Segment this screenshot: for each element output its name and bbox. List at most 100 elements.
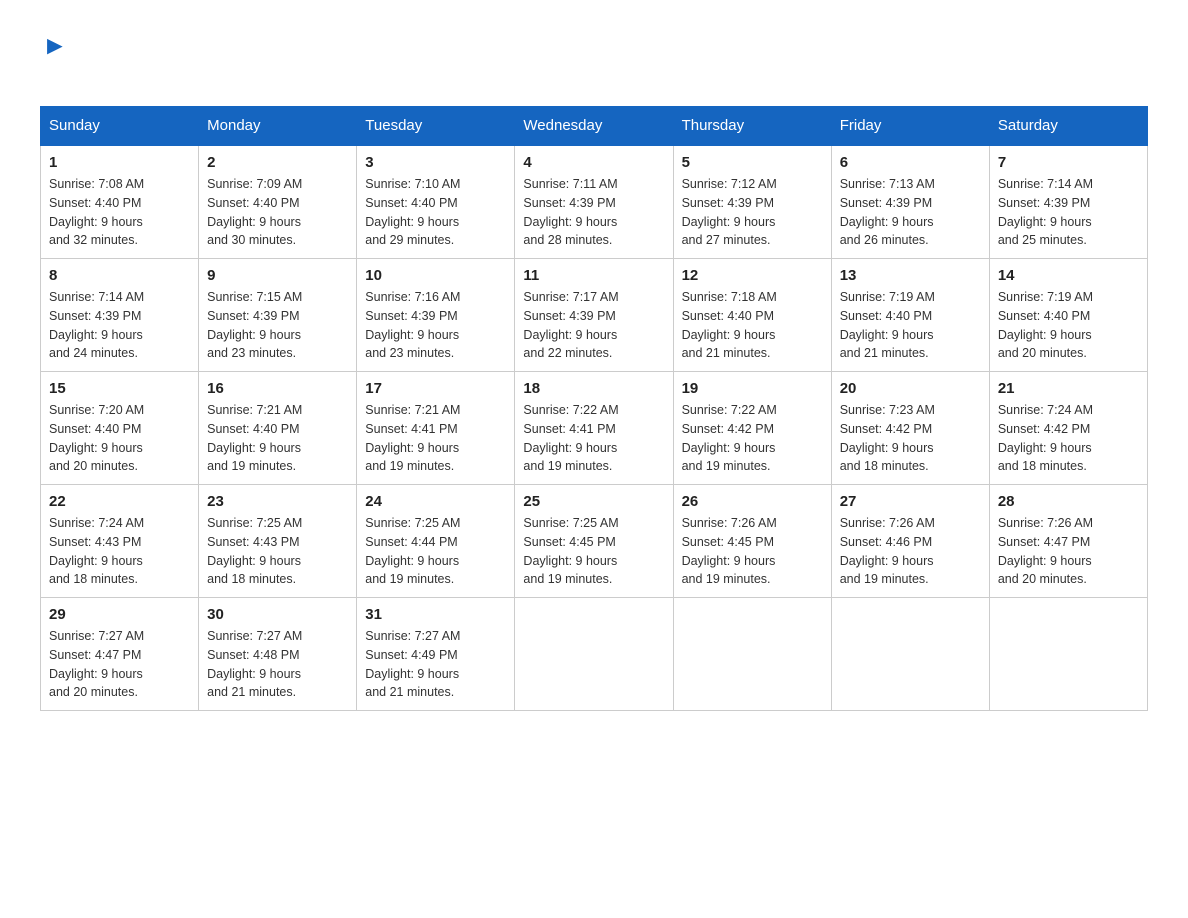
day-info: Sunrise: 7:14 AMSunset: 4:39 PMDaylight:… (49, 288, 190, 363)
day-info: Sunrise: 7:10 AMSunset: 4:40 PMDaylight:… (365, 175, 506, 250)
day-cell: 12 Sunrise: 7:18 AMSunset: 4:40 PMDaylig… (673, 259, 831, 372)
day-info: Sunrise: 7:12 AMSunset: 4:39 PMDaylight:… (682, 175, 823, 250)
day-cell: 13 Sunrise: 7:19 AMSunset: 4:40 PMDaylig… (831, 259, 989, 372)
day-cell: 1 Sunrise: 7:08 AMSunset: 4:40 PMDayligh… (41, 145, 199, 259)
day-info: Sunrise: 7:19 AMSunset: 4:40 PMDaylight:… (998, 288, 1139, 363)
calendar-header-row: SundayMondayTuesdayWednesdayThursdayFrid… (41, 107, 1148, 146)
day-number: 18 (523, 380, 664, 397)
day-info: Sunrise: 7:25 AMSunset: 4:44 PMDaylight:… (365, 514, 506, 589)
day-cell (673, 598, 831, 711)
day-cell: 5 Sunrise: 7:12 AMSunset: 4:39 PMDayligh… (673, 145, 831, 259)
day-number: 31 (365, 606, 506, 623)
col-header-sunday: Sunday (41, 107, 199, 146)
day-number: 29 (49, 606, 190, 623)
day-cell: 25 Sunrise: 7:25 AMSunset: 4:45 PMDaylig… (515, 485, 673, 598)
day-number: 8 (49, 267, 190, 284)
day-cell: 19 Sunrise: 7:22 AMSunset: 4:42 PMDaylig… (673, 372, 831, 485)
day-cell: 18 Sunrise: 7:22 AMSunset: 4:41 PMDaylig… (515, 372, 673, 485)
calendar-table: SundayMondayTuesdayWednesdayThursdayFrid… (40, 106, 1148, 711)
week-row-3: 15 Sunrise: 7:20 AMSunset: 4:40 PMDaylig… (41, 372, 1148, 485)
day-number: 27 (840, 493, 981, 510)
day-number: 10 (365, 267, 506, 284)
day-info: Sunrise: 7:21 AMSunset: 4:41 PMDaylight:… (365, 401, 506, 476)
day-info: Sunrise: 7:27 AMSunset: 4:48 PMDaylight:… (207, 627, 348, 702)
day-cell: 23 Sunrise: 7:25 AMSunset: 4:43 PMDaylig… (199, 485, 357, 598)
day-number: 12 (682, 267, 823, 284)
day-info: Sunrise: 7:21 AMSunset: 4:40 PMDaylight:… (207, 401, 348, 476)
day-info: Sunrise: 7:18 AMSunset: 4:40 PMDaylight:… (682, 288, 823, 363)
day-number: 20 (840, 380, 981, 397)
day-number: 23 (207, 493, 348, 510)
day-number: 7 (998, 154, 1139, 171)
day-cell: 14 Sunrise: 7:19 AMSunset: 4:40 PMDaylig… (989, 259, 1147, 372)
day-cell: 17 Sunrise: 7:21 AMSunset: 4:41 PMDaylig… (357, 372, 515, 485)
day-number: 25 (523, 493, 664, 510)
day-number: 6 (840, 154, 981, 171)
day-info: Sunrise: 7:26 AMSunset: 4:47 PMDaylight:… (998, 514, 1139, 589)
logo-icon: ► (42, 30, 68, 61)
col-header-wednesday: Wednesday (515, 107, 673, 146)
day-info: Sunrise: 7:22 AMSunset: 4:42 PMDaylight:… (682, 401, 823, 476)
day-info: Sunrise: 7:22 AMSunset: 4:41 PMDaylight:… (523, 401, 664, 476)
day-cell: 15 Sunrise: 7:20 AMSunset: 4:40 PMDaylig… (41, 372, 199, 485)
col-header-friday: Friday (831, 107, 989, 146)
day-cell: 7 Sunrise: 7:14 AMSunset: 4:39 PMDayligh… (989, 145, 1147, 259)
day-number: 16 (207, 380, 348, 397)
week-row-2: 8 Sunrise: 7:14 AMSunset: 4:39 PMDayligh… (41, 259, 1148, 372)
day-info: Sunrise: 7:26 AMSunset: 4:46 PMDaylight:… (840, 514, 981, 589)
day-info: Sunrise: 7:27 AMSunset: 4:49 PMDaylight:… (365, 627, 506, 702)
day-cell: 24 Sunrise: 7:25 AMSunset: 4:44 PMDaylig… (357, 485, 515, 598)
day-info: Sunrise: 7:14 AMSunset: 4:39 PMDaylight:… (998, 175, 1139, 250)
day-cell: 9 Sunrise: 7:15 AMSunset: 4:39 PMDayligh… (199, 259, 357, 372)
day-cell: 30 Sunrise: 7:27 AMSunset: 4:48 PMDaylig… (199, 598, 357, 711)
day-number: 5 (682, 154, 823, 171)
page-header: ► (40, 30, 1148, 86)
day-info: Sunrise: 7:16 AMSunset: 4:39 PMDaylight:… (365, 288, 506, 363)
day-cell: 22 Sunrise: 7:24 AMSunset: 4:43 PMDaylig… (41, 485, 199, 598)
day-number: 19 (682, 380, 823, 397)
col-header-monday: Monday (199, 107, 357, 146)
day-info: Sunrise: 7:25 AMSunset: 4:45 PMDaylight:… (523, 514, 664, 589)
day-info: Sunrise: 7:23 AMSunset: 4:42 PMDaylight:… (840, 401, 981, 476)
day-info: Sunrise: 7:09 AMSunset: 4:40 PMDaylight:… (207, 175, 348, 250)
day-number: 17 (365, 380, 506, 397)
week-row-1: 1 Sunrise: 7:08 AMSunset: 4:40 PMDayligh… (41, 145, 1148, 259)
day-number: 9 (207, 267, 348, 284)
day-number: 1 (49, 154, 190, 171)
day-cell: 4 Sunrise: 7:11 AMSunset: 4:39 PMDayligh… (515, 145, 673, 259)
day-number: 14 (998, 267, 1139, 284)
day-number: 21 (998, 380, 1139, 397)
day-info: Sunrise: 7:20 AMSunset: 4:40 PMDaylight:… (49, 401, 190, 476)
day-number: 26 (682, 493, 823, 510)
day-number: 11 (523, 267, 664, 284)
day-cell: 8 Sunrise: 7:14 AMSunset: 4:39 PMDayligh… (41, 259, 199, 372)
day-cell (831, 598, 989, 711)
day-cell: 6 Sunrise: 7:13 AMSunset: 4:39 PMDayligh… (831, 145, 989, 259)
week-row-4: 22 Sunrise: 7:24 AMSunset: 4:43 PMDaylig… (41, 485, 1148, 598)
day-cell (989, 598, 1147, 711)
day-cell: 11 Sunrise: 7:17 AMSunset: 4:39 PMDaylig… (515, 259, 673, 372)
day-info: Sunrise: 7:24 AMSunset: 4:42 PMDaylight:… (998, 401, 1139, 476)
day-number: 28 (998, 493, 1139, 510)
logo: ► (40, 30, 68, 86)
day-cell: 16 Sunrise: 7:21 AMSunset: 4:40 PMDaylig… (199, 372, 357, 485)
day-cell: 10 Sunrise: 7:16 AMSunset: 4:39 PMDaylig… (357, 259, 515, 372)
col-header-saturday: Saturday (989, 107, 1147, 146)
day-number: 22 (49, 493, 190, 510)
week-row-5: 29 Sunrise: 7:27 AMSunset: 4:47 PMDaylig… (41, 598, 1148, 711)
day-cell (515, 598, 673, 711)
day-info: Sunrise: 7:17 AMSunset: 4:39 PMDaylight:… (523, 288, 664, 363)
day-number: 30 (207, 606, 348, 623)
day-info: Sunrise: 7:24 AMSunset: 4:43 PMDaylight:… (49, 514, 190, 589)
day-cell: 20 Sunrise: 7:23 AMSunset: 4:42 PMDaylig… (831, 372, 989, 485)
day-info: Sunrise: 7:25 AMSunset: 4:43 PMDaylight:… (207, 514, 348, 589)
day-info: Sunrise: 7:11 AMSunset: 4:39 PMDaylight:… (523, 175, 664, 250)
day-info: Sunrise: 7:19 AMSunset: 4:40 PMDaylight:… (840, 288, 981, 363)
day-number: 4 (523, 154, 664, 171)
day-number: 15 (49, 380, 190, 397)
day-info: Sunrise: 7:08 AMSunset: 4:40 PMDaylight:… (49, 175, 190, 250)
day-cell: 26 Sunrise: 7:26 AMSunset: 4:45 PMDaylig… (673, 485, 831, 598)
day-cell: 3 Sunrise: 7:10 AMSunset: 4:40 PMDayligh… (357, 145, 515, 259)
day-cell: 29 Sunrise: 7:27 AMSunset: 4:47 PMDaylig… (41, 598, 199, 711)
day-info: Sunrise: 7:27 AMSunset: 4:47 PMDaylight:… (49, 627, 190, 702)
